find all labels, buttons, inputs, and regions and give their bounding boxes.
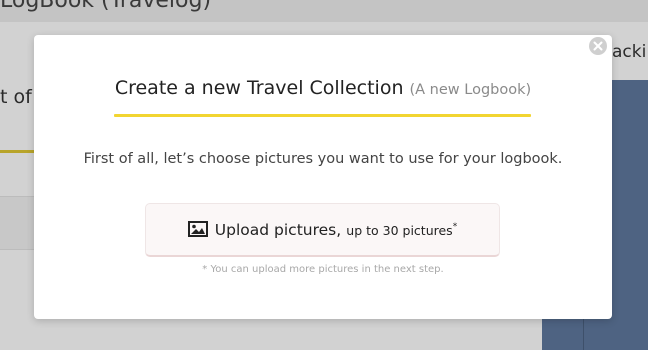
background-header: LogBook (Travelog) — [0, 0, 648, 22]
background-photo-detail — [583, 318, 584, 350]
background-left-text: t of — [0, 86, 32, 108]
instruction-text: First of all, let’s choose pictures you … — [83, 151, 563, 167]
upload-limit-text: up to 30 pictures — [346, 223, 453, 238]
modal-header: Create a new Travel Collection (A new Log… — [34, 77, 612, 99]
upload-footnote: * You can upload more pictures in the ne… — [202, 264, 444, 275]
upload-button-content: Upload pictures, up to 30 pictures* — [146, 220, 499, 239]
background-left-panel — [0, 196, 34, 250]
image-icon — [187, 221, 208, 237]
background-right-text: acki — [612, 42, 647, 62]
background-accent-line — [0, 150, 34, 153]
title-underline — [114, 114, 531, 117]
close-button[interactable] — [589, 37, 607, 55]
background-page-title: LogBook (Travelog) — [0, 0, 212, 13]
close-icon — [593, 41, 603, 51]
modal-subtitle: (A new Logbook) — [409, 82, 532, 98]
modal-title: Create a new Travel Collection — [114, 77, 404, 99]
create-collection-modal: Create a new Travel Collection (A new Log… — [34, 35, 612, 319]
upload-button-label: Upload pictures, — [214, 221, 342, 239]
upload-pictures-button[interactable]: Upload pictures, up to 30 pictures* — [145, 203, 500, 257]
upload-asterisk: * — [452, 222, 458, 232]
